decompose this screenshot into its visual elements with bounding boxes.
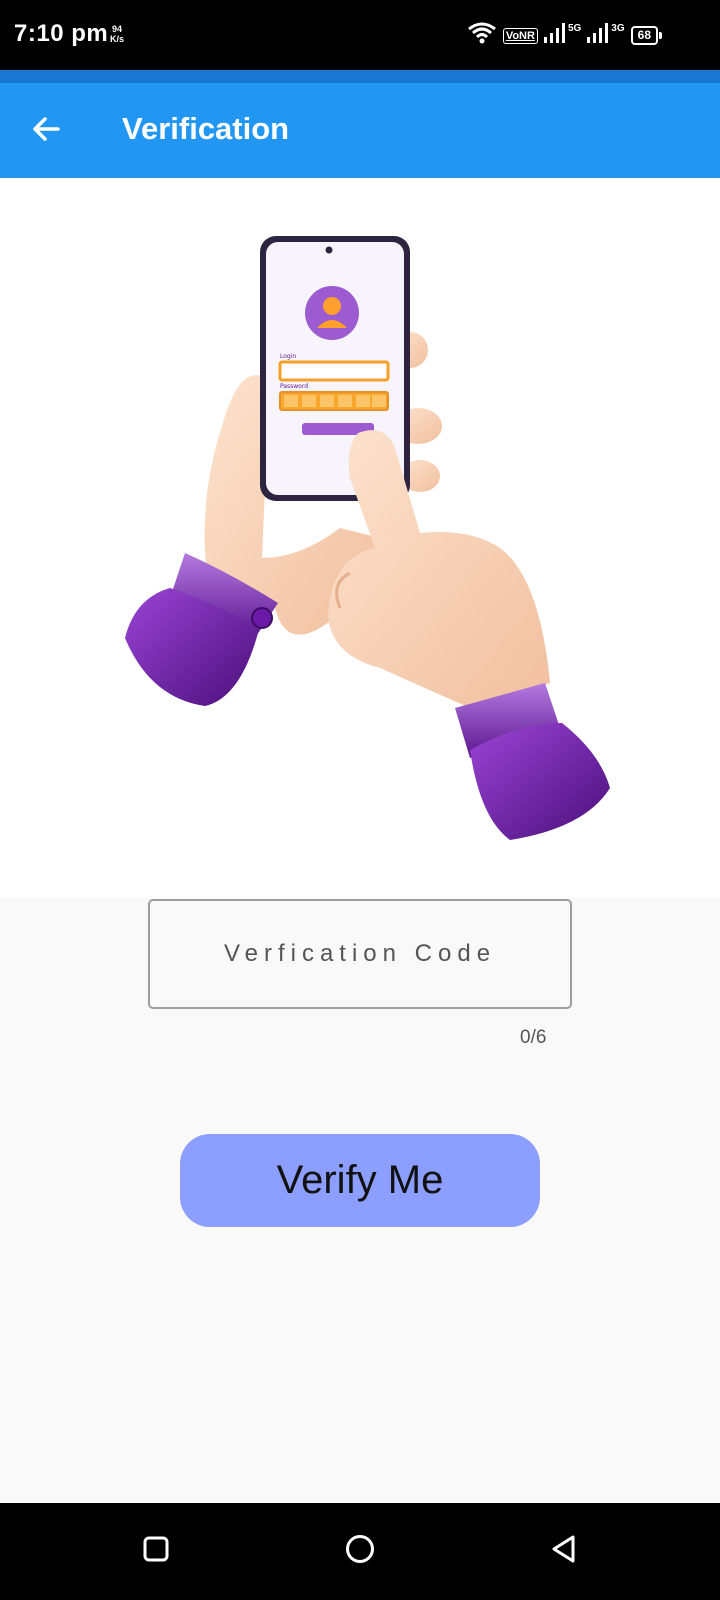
phone-password-label: Password (280, 383, 308, 390)
status-bar: 7:10 pm 94 K/s VoNR 5G 3G 68 (0, 0, 720, 70)
network-speed-unit: K/s (110, 34, 125, 44)
status-time: 7:10 pm (14, 20, 109, 47)
page-title: Verification (122, 111, 290, 146)
app-bar: Verification (0, 83, 720, 178)
arrow-left-icon (30, 113, 62, 150)
recents-button[interactable] (136, 1531, 176, 1571)
system-nav-bar (0, 1503, 720, 1600)
home-button[interactable] (340, 1531, 380, 1571)
network-type-3g: 3G (611, 23, 625, 34)
hands-holding-phone-icon: Login Password (125, 236, 610, 840)
circle-home-icon (344, 1533, 376, 1570)
triangle-back-icon (549, 1534, 579, 1569)
nav-back-button[interactable] (544, 1531, 584, 1571)
network-speed-value: 94 (112, 24, 123, 34)
app-bar-strip (0, 70, 720, 83)
status-icons: VoNR 5G 3G 68 (467, 22, 662, 49)
square-recents-icon (142, 1535, 170, 1568)
back-button[interactable] (20, 105, 72, 157)
vonr-badge: VoNR (502, 27, 538, 44)
battery-tip (659, 32, 662, 39)
battery-icon: 68 (630, 26, 662, 45)
signal-icon (587, 23, 609, 48)
hero-illustration: Login Password (0, 178, 720, 898)
character-counter: 0/6 (520, 1027, 547, 1048)
phone-login-label: Login (280, 353, 296, 360)
network-speed: 94 K/s (110, 24, 124, 44)
signal-icon (543, 23, 566, 48)
app-screen: 7:10 pm 94 K/s VoNR 5G 3G 68 Verificatio… (0, 0, 720, 1600)
verification-code-input[interactable] (148, 899, 572, 1009)
wifi-icon (467, 22, 497, 49)
verify-me-button[interactable]: Verify Me (180, 1134, 540, 1227)
battery-level: 68 (630, 26, 658, 45)
network-type-5g: 5G (567, 23, 582, 34)
